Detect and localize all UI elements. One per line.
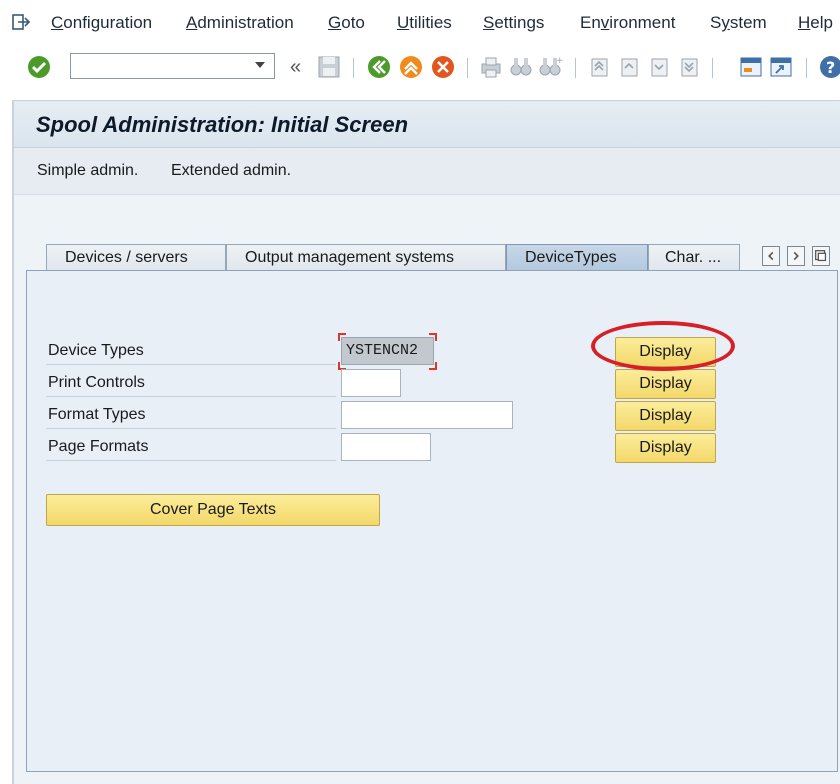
- print-icon[interactable]: [478, 54, 504, 80]
- cover-page-texts-button[interactable]: Cover Page Texts: [46, 494, 380, 526]
- previous-page-icon[interactable]: [616, 54, 642, 80]
- tab-char[interactable]: Char. ...: [648, 244, 740, 271]
- toolbar-separator: [712, 58, 713, 78]
- menu-administration[interactable]: Administration: [186, 13, 294, 33]
- menu-bar: Configuration Administration Goto Utilit…: [0, 0, 840, 48]
- scroll-tabs-right-icon[interactable]: [787, 246, 805, 266]
- help-icon[interactable]: ?: [818, 54, 840, 80]
- command-field[interactable]: [70, 53, 275, 79]
- enter-icon[interactable]: [26, 54, 52, 80]
- standard-toolbar: « + ?: [0, 48, 840, 88]
- menu-settings[interactable]: Settings: [483, 13, 544, 33]
- focus-corner: [338, 333, 346, 341]
- next-page-icon[interactable]: [646, 54, 672, 80]
- menu-goto[interactable]: Goto: [328, 13, 365, 33]
- page-title: Spool Administration: Initial Screen: [36, 112, 409, 137]
- menu-system[interactable]: System: [710, 13, 767, 33]
- button-label: Display: [639, 407, 692, 424]
- back-icon[interactable]: [366, 54, 392, 80]
- cancel-icon[interactable]: [430, 54, 456, 80]
- toolbar-separator: [806, 58, 807, 78]
- print-controls-input[interactable]: [341, 369, 401, 397]
- title-bar: Spool Administration: Initial Screen: [14, 100, 840, 148]
- command-dropdown-icon[interactable]: [255, 62, 265, 68]
- row-divider: [46, 460, 336, 461]
- button-label: Display: [639, 439, 692, 456]
- menu-configuration[interactable]: Configuration: [51, 13, 152, 33]
- collapse-chevron-icon[interactable]: «: [290, 56, 301, 79]
- display-page-formats-button[interactable]: Display: [615, 433, 716, 463]
- row-divider: [46, 364, 336, 365]
- menu-utilities[interactable]: Utilities: [397, 13, 452, 33]
- find-next-icon[interactable]: +: [537, 54, 563, 80]
- button-label: Display: [639, 375, 692, 392]
- page-formats-input[interactable]: [341, 433, 431, 461]
- menu-exit-icon[interactable]: [12, 14, 30, 30]
- menu-help[interactable]: Help: [798, 13, 833, 33]
- scroll-tabs-left-icon[interactable]: [762, 246, 780, 266]
- toolbar-separator: [353, 58, 354, 78]
- focus-corner: [429, 362, 437, 370]
- row-divider: [46, 428, 336, 429]
- highlight-circle: [591, 321, 735, 371]
- simple-admin-button[interactable]: Simple admin.: [37, 162, 138, 180]
- tab-label: DeviceTypes: [525, 249, 617, 266]
- label-format-types: Format Types: [48, 406, 146, 423]
- tab-devices-servers[interactable]: Devices / servers: [46, 244, 226, 271]
- label-print-controls: Print Controls: [48, 374, 145, 391]
- label-page-formats: Page Formats: [48, 438, 149, 455]
- label-device-types: Device Types: [48, 342, 144, 359]
- extended-admin-button[interactable]: Extended admin.: [171, 162, 291, 180]
- button-label: Cover Page Texts: [150, 501, 276, 518]
- find-icon[interactable]: [508, 54, 534, 80]
- tab-label: Output management systems: [245, 249, 454, 266]
- display-format-types-button[interactable]: Display: [615, 401, 716, 431]
- shortcut-icon[interactable]: [768, 54, 794, 80]
- tab-list-icon[interactable]: [812, 246, 830, 266]
- first-page-icon[interactable]: [586, 54, 612, 80]
- tab-label: Devices / servers: [65, 249, 188, 266]
- toolbar-separator: [575, 58, 576, 78]
- exit-icon[interactable]: [398, 54, 424, 80]
- display-print-controls-button[interactable]: Display: [615, 369, 716, 399]
- last-page-icon[interactable]: [676, 54, 702, 80]
- focus-corner: [429, 333, 437, 341]
- row-divider: [46, 396, 336, 397]
- tab-label: Char. ...: [665, 249, 722, 266]
- tab-device-types[interactable]: DeviceTypes: [506, 244, 648, 271]
- svg-text:+: +: [556, 56, 563, 66]
- device-types-input[interactable]: YSTENCN2: [341, 337, 434, 365]
- save-icon[interactable]: [316, 54, 342, 80]
- menu-environment[interactable]: Environment: [580, 13, 675, 33]
- tab-output-management-systems[interactable]: Output management systems: [226, 244, 506, 271]
- toolbar-separator: [467, 58, 468, 78]
- create-session-icon[interactable]: [738, 54, 764, 80]
- svg-text:?: ?: [826, 58, 835, 77]
- format-types-input[interactable]: [341, 401, 513, 429]
- device-types-value: YSTENCN2: [346, 342, 419, 359]
